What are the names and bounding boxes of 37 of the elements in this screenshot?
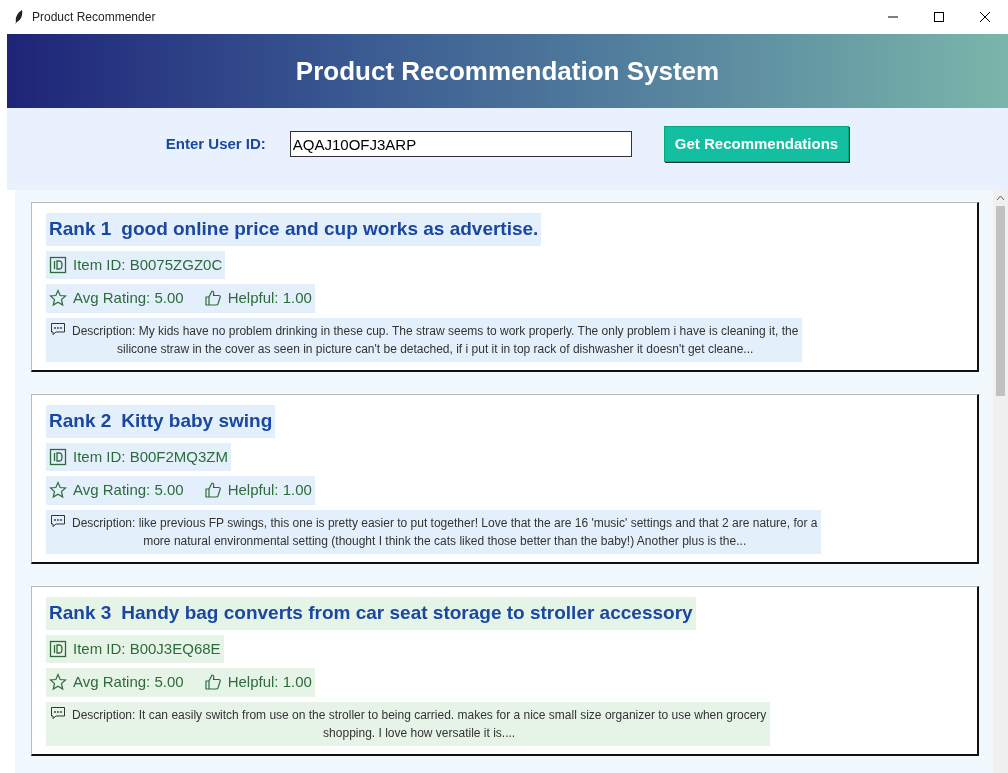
helpful-score: Helpful: 1.00 <box>227 672 312 692</box>
field-label: Enter User ID: <box>165 133 266 154</box>
thumbs-up-icon <box>203 289 222 308</box>
comment-icon <box>50 321 66 336</box>
id-icon <box>49 255 67 274</box>
product-description: Description: It can easily switch from use on the stroller to being carried. makes for a nice small size organizer to use when grocery shopping. I love how versatile it is.... <box>72 706 767 742</box>
product-title: Rank 2 Kitty baby swing <box>46 405 276 438</box>
helpful-score: Helpful: 1.00 <box>227 480 312 500</box>
comment-icon <box>50 513 66 528</box>
user-id-field[interactable]: AQAJ10OFJ3ARP <box>289 131 632 157</box>
product-description: Description: like previous FP swings, this one is pretty easier to put together! Love that the are 16 'music' settings and that 2 are nature, for a more natural environmental setting (thought I think the cats liked those better than the baby!) Another plus is the... <box>72 514 818 550</box>
scrollbar[interactable] <box>993 190 1008 773</box>
comment-icon <box>50 705 66 720</box>
avg-rating: Avg Rating: 5.00 <box>73 288 184 308</box>
id-icon <box>49 447 67 466</box>
maximize-icon <box>933 11 945 23</box>
item-id: Item ID: B0075ZGZ0C <box>73 254 223 275</box>
item-id: Item ID: B00F2MQ3ZM <box>73 446 229 467</box>
avg-rating: Avg Rating: 5.00 <box>73 480 184 500</box>
feather-icon <box>14 10 24 24</box>
product-title: Rank 3 Handy bag converts from car seat storage to stroller accessory <box>46 597 696 630</box>
star-icon <box>49 673 67 692</box>
app-title: Product Recommendation System <box>295 54 720 88</box>
scrollbar-thumb[interactable] <box>996 206 1005 396</box>
thumbs-up-icon <box>203 481 222 500</box>
item-id: Item ID: B00J3EQ68E <box>73 638 221 659</box>
product-description: Description: My kids have no problem drinking in these cup. The straw seems to work properly. The only problem i have is cleaning it, the silicone straw in the cover as seen in picture can't be detached, if i put it in top rack of dishwasher it doesn't get cleane... <box>72 322 799 358</box>
product-title: Rank 1 good online price and cup works as advertise. <box>46 213 542 246</box>
avg-rating: Avg Rating: 5.00 <box>73 672 184 692</box>
close-icon <box>979 11 991 23</box>
thumbs-up-icon <box>203 673 222 692</box>
star-icon <box>49 481 67 500</box>
star-icon <box>49 289 67 308</box>
id-icon <box>49 639 67 658</box>
helpful-score: Helpful: 1.00 <box>227 288 312 308</box>
window-title: Product Recommender <box>32 9 157 26</box>
scroll-up-icon[interactable] <box>996 194 1005 202</box>
